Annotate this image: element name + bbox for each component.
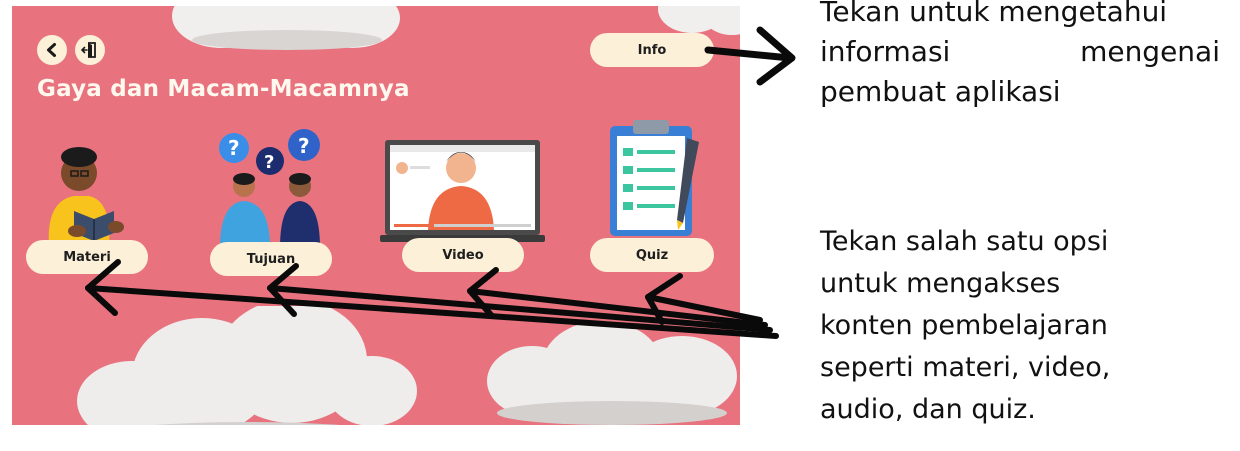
note-line: Tekan untuk mengetahui	[820, 0, 1168, 28]
note-line: untuk mengakses	[820, 268, 1061, 299]
svg-text:?: ?	[264, 152, 274, 173]
exit-door-icon	[81, 42, 96, 58]
svg-text:?: ?	[228, 136, 240, 160]
chevron-left-icon	[47, 43, 56, 57]
back-button[interactable]	[37, 35, 67, 65]
tujuan-illustration[interactable]: ? ? ?	[212, 123, 332, 253]
note-line-justified: informasi mengenai	[820, 32, 1220, 72]
page-title: Gaya dan Macam-Macamnya	[37, 76, 410, 102]
app-screen: Gaya dan Macam-Macamnya Info ? ? ? Mater…	[12, 6, 740, 425]
info-annotation-note: Tekan untuk mengetahui informasi mengena…	[820, 0, 1220, 112]
tujuan-button[interactable]: Tujuan	[210, 242, 332, 276]
note-line: audio, dan quiz.	[820, 394, 1036, 425]
menu-annotation-note: Tekan salah satu opsi untuk mengakses ko…	[820, 221, 1220, 431]
materi-illustration[interactable]	[34, 141, 144, 251]
note-word: mengenai	[1080, 35, 1220, 68]
quiz-illustration[interactable]	[607, 118, 707, 248]
exit-button[interactable]	[75, 35, 105, 65]
cloud-bottom-right	[482, 321, 740, 425]
quiz-button[interactable]: Quiz	[590, 238, 714, 272]
note-line: konten pembelajaran	[820, 310, 1108, 341]
cloud-top-center	[162, 6, 412, 56]
video-button[interactable]: Video	[402, 238, 524, 272]
materi-button[interactable]: Materi	[26, 240, 148, 274]
note-line: seperti materi, video,	[820, 352, 1111, 383]
video-illustration[interactable]	[380, 138, 545, 253]
info-button[interactable]: Info	[590, 33, 714, 67]
note-word: informasi	[820, 35, 951, 68]
svg-text:?: ?	[298, 134, 310, 158]
note-line: Tekan salah satu opsi	[820, 226, 1109, 257]
cloud-bottom-left	[72, 306, 422, 425]
note-line: pembuat aplikasi	[820, 75, 1061, 108]
